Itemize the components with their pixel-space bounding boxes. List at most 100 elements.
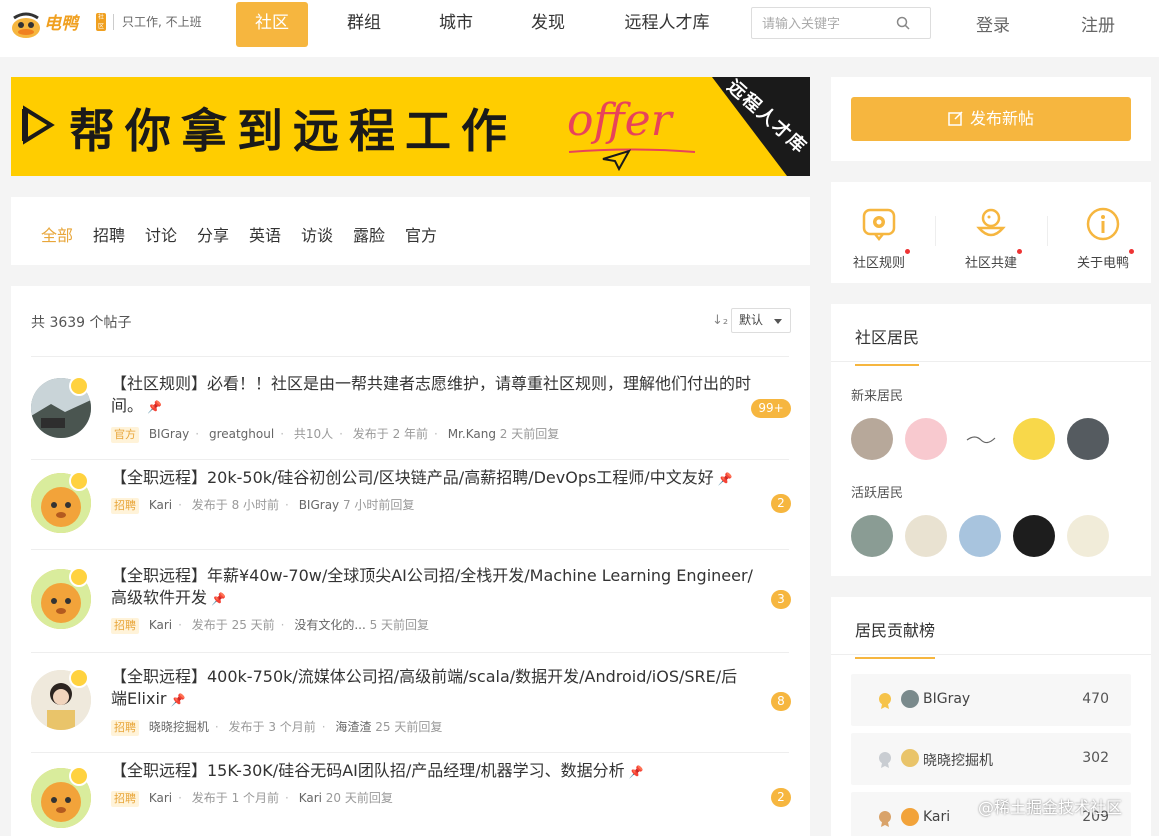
- quick-link-about[interactable]: 关于电鸭: [1058, 206, 1148, 271]
- banner-title: 帮你拿到远程工作: [69, 104, 517, 158]
- avatar[interactable]: [1013, 418, 1055, 460]
- post-author[interactable]: Kari: [149, 618, 172, 632]
- post-published: 发布于 8 小时前: [191, 498, 280, 512]
- login-link[interactable]: 登录: [976, 11, 1010, 36]
- watermark: @稀土掘金技术社区: [978, 798, 1123, 817]
- offer-underline: [568, 148, 696, 153]
- tab-share[interactable]: 分享: [197, 222, 229, 246]
- post-title-line: 高级软件开发: [111, 588, 208, 607]
- ranking-name: Kari: [923, 809, 951, 825]
- ranking-row[interactable]: BIGray 470: [851, 674, 1131, 726]
- pin-icon: 📌: [628, 765, 644, 779]
- post-author[interactable]: 晓晓挖掘机: [149, 720, 209, 734]
- list-item[interactable]: 【全职远程】400k-750k/流媒体公司招/高级前端/scala/数据开发/A…: [11, 652, 810, 752]
- promo-banner[interactable]: 帮你拿到远程工作 offer 远程人才库: [11, 77, 810, 176]
- post-author[interactable]: Kari: [149, 791, 172, 805]
- last-replier[interactable]: Mr.Kang: [448, 427, 496, 441]
- post-tag[interactable]: 招聘: [111, 618, 139, 634]
- quick-link-label: 社区共建: [965, 249, 1022, 271]
- avatar[interactable]: [1013, 515, 1055, 557]
- post-title-line: 端Elixir: [111, 689, 167, 708]
- chevron-down-icon: [774, 319, 782, 324]
- ranking-row[interactable]: 晓晓挖掘机 302: [851, 733, 1131, 785]
- post-author[interactable]: BIGray: [149, 427, 189, 441]
- tab-english[interactable]: 英语: [249, 222, 281, 246]
- slogan: 只工作, 不上班: [113, 14, 202, 30]
- post-title[interactable]: 【全职远程】20k-50k/硅谷初创公司/区块链产品/高薪招聘/DevOps工程…: [111, 467, 761, 490]
- avatar[interactable]: [959, 418, 1001, 460]
- user-badge-icon: [69, 376, 89, 396]
- last-replier[interactable]: 没有文化的...: [294, 618, 365, 632]
- avatar[interactable]: [959, 515, 1001, 557]
- list-item[interactable]: 【社区规则】必看！！社区是由一帮共建者志愿维护，请尊重社区规则，理解他们付出的时…: [11, 356, 810, 459]
- last-reply-time: 2 天前回复: [499, 427, 560, 441]
- nav-community[interactable]: 社区: [236, 2, 308, 47]
- publish-post-button[interactable]: 发布新帖: [851, 97, 1131, 141]
- list-item[interactable]: 【全职远程】15K-30K/硅谷无码AI团队招/产品经理/机器学习、数据分析 📌 …: [11, 752, 810, 836]
- medal-gold-icon: [879, 693, 891, 709]
- tab-interview[interactable]: 访谈: [301, 222, 333, 246]
- post-title[interactable]: 【社区规则】必看！！社区是由一帮共建者志愿维护，请尊重社区规则，理解他们付出的时…: [111, 373, 761, 418]
- active-residents-label: 活跃居民: [851, 486, 904, 501]
- post-tag[interactable]: 招聘: [111, 720, 139, 736]
- post-tag[interactable]: 招聘: [111, 791, 139, 807]
- avatar: [901, 749, 919, 767]
- post-title[interactable]: 【全职远程】年薪¥40w-70w/全球顶尖AI公司招/全栈开发/Machine …: [111, 565, 761, 610]
- tab-showface[interactable]: 露脸: [353, 222, 385, 246]
- post-meta: 招聘 Kari · 发布于 25 天前 · 没有文化的... 5 天前回复: [111, 616, 429, 634]
- tab-recruit[interactable]: 招聘: [93, 222, 125, 246]
- avatar[interactable]: [1067, 515, 1109, 557]
- nav-groups[interactable]: 群组: [332, 2, 396, 47]
- avatar[interactable]: [905, 418, 947, 460]
- ranking-name: 晓晓挖掘机: [923, 753, 993, 769]
- tab-all[interactable]: 全部: [41, 222, 73, 246]
- search-icon[interactable]: [896, 16, 910, 30]
- post-title-line: 【全职远程】15K-30K/硅谷无码AI团队招/产品经理/机器学习、数据分析: [111, 761, 625, 780]
- top-header: 电鸭 社区 只工作, 不上班 社区 群组 城市 发现 远程人才库 登录 注册: [0, 0, 1159, 57]
- nav-talent-pool[interactable]: 远程人才库: [612, 2, 722, 47]
- ranking-title: 居民贡献榜: [855, 617, 936, 659]
- last-replier[interactable]: Kari: [299, 791, 322, 805]
- quick-link-cobuild[interactable]: 社区共建: [946, 206, 1036, 271]
- post-title[interactable]: 【全职远程】15K-30K/硅谷无码AI团队招/产品经理/机器学习、数据分析 📌: [111, 760, 761, 783]
- last-replier[interactable]: 海渣渣: [335, 720, 371, 734]
- avatar[interactable]: [851, 418, 893, 460]
- divider: [831, 361, 1151, 362]
- search-input[interactable]: [762, 14, 892, 34]
- post-tag[interactable]: 招聘: [111, 498, 139, 514]
- reply-count-badge: 8: [771, 692, 791, 711]
- divider: [831, 654, 1151, 655]
- pin-icon: 📌: [717, 472, 733, 486]
- post-published: 发布于 2 年前: [352, 427, 429, 441]
- pin-icon: 📌: [170, 693, 186, 707]
- avatar[interactable]: [905, 515, 947, 557]
- ranking-score: 302: [1082, 750, 1109, 766]
- nav-cities[interactable]: 城市: [424, 2, 488, 47]
- notification-dot: [905, 249, 910, 254]
- info-icon: [1086, 207, 1120, 241]
- post-title[interactable]: 【全职远程】400k-750k/流媒体公司招/高级前端/scala/数据开发/A…: [111, 666, 761, 711]
- last-replier[interactable]: BIGray: [299, 498, 339, 512]
- avatar[interactable]: [851, 515, 893, 557]
- list-item[interactable]: 【全职远程】年薪¥40w-70w/全球顶尖AI公司招/全栈开发/Machine …: [11, 549, 810, 652]
- sort-select[interactable]: 默认: [731, 308, 791, 333]
- post-extra-user[interactable]: greatghoul: [209, 427, 274, 441]
- logo-text[interactable]: 电鸭: [44, 9, 78, 34]
- quick-link-label: 关于电鸭: [1077, 249, 1134, 271]
- last-reply-time: 25 天前回复: [375, 720, 443, 734]
- tab-discuss[interactable]: 讨论: [145, 222, 177, 246]
- tab-official[interactable]: 官方: [405, 222, 437, 246]
- post-tag[interactable]: 官方: [111, 427, 139, 443]
- post-author[interactable]: Kari: [149, 498, 172, 512]
- post-title-line: 【全职远程】400k-750k/流媒体公司招/高级前端/scala/数据开发/A…: [111, 667, 738, 686]
- post-title-line: 间。: [111, 396, 144, 415]
- register-link[interactable]: 注册: [1081, 11, 1115, 36]
- avatar[interactable]: [1067, 418, 1109, 460]
- sort-order-icon[interactable]: ↓₂: [712, 313, 728, 328]
- duck-logo-icon: [12, 12, 40, 38]
- quick-link-rules[interactable]: 社区规则: [834, 206, 924, 271]
- pin-icon: 📌: [147, 400, 162, 414]
- list-item[interactable]: 【全职远程】20k-50k/硅谷初创公司/区块链产品/高薪招聘/DevOps工程…: [11, 459, 810, 549]
- nav-discover[interactable]: 发现: [516, 2, 580, 47]
- user-badge-icon: [69, 668, 89, 688]
